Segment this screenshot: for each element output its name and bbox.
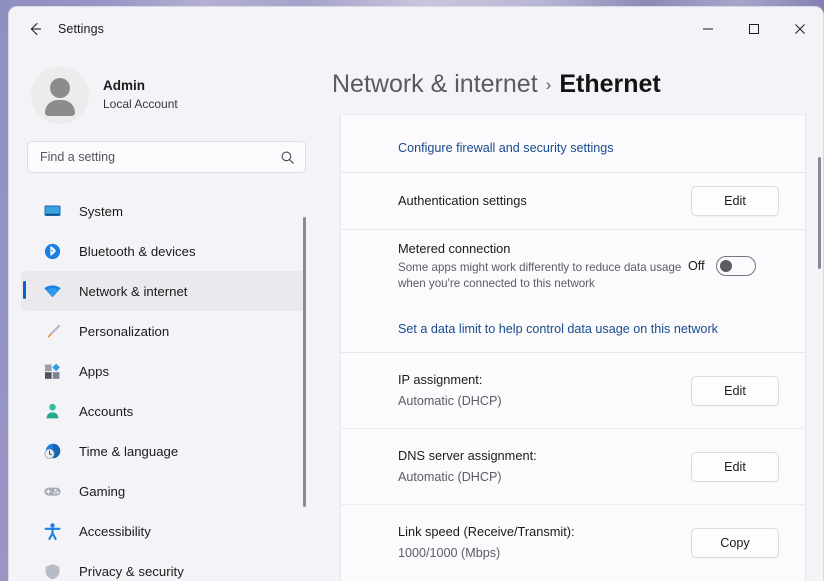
data-limit-link-row: Set a data limit to help control data us…: [341, 302, 805, 352]
page-title: Ethernet: [559, 70, 660, 98]
configure-firewall-link[interactable]: Configure firewall and security settings: [398, 141, 614, 155]
metered-connection-description: Some apps might work differently to redu…: [398, 260, 688, 292]
maximize-button[interactable]: [731, 7, 777, 51]
metered-toggle-state: Off: [688, 259, 705, 273]
settings-scroll-pane: on the network. Configure firewall and s…: [340, 114, 806, 581]
ip-assignment-row: IP assignment: Automatic (DHCP) Edit: [341, 353, 805, 428]
sidebar-item-label: Apps: [79, 364, 109, 379]
minimize-icon: [702, 23, 714, 35]
properties-card: IP assignment: Automatic (DHCP) Edit DNS…: [341, 353, 805, 580]
sidebar-item-label: System: [79, 204, 123, 219]
monitor-icon: [41, 200, 63, 222]
bluetooth-icon: [41, 240, 63, 262]
dns-assignment-title: DNS server assignment:: [398, 447, 691, 465]
clock-globe-icon: [41, 440, 63, 462]
firewall-description-row: on the network.: [341, 114, 805, 124]
link-speed-row: Link speed (Receive/Transmit): 1000/1000…: [341, 505, 805, 580]
ip-assignment-edit-button[interactable]: Edit: [691, 376, 779, 406]
metered-toggle-group: Off: [688, 256, 756, 276]
authentication-edit-button[interactable]: Edit: [691, 186, 779, 216]
main-scrollbar-thumb[interactable]: [818, 157, 821, 269]
dns-assignment-edit-button[interactable]: Edit: [691, 452, 779, 482]
search-icon: [280, 150, 295, 165]
person-avatar-icon: [50, 78, 70, 98]
metered-connection-card: Metered connection Some apps might work …: [341, 230, 805, 352]
sidebar-item-label: Bluetooth & devices: [79, 244, 196, 259]
sidebar-item-time-language[interactable]: Time & language: [21, 431, 305, 471]
sidebar-item-label: Time & language: [79, 444, 178, 459]
title-bar: Settings: [9, 7, 823, 51]
shield-icon: [41, 560, 63, 581]
person-icon: [41, 400, 63, 422]
search-box[interactable]: [27, 141, 306, 173]
sidebar-nav: System Bluetooth & devices: [9, 191, 329, 581]
set-data-limit-link[interactable]: Set a data limit to help control data us…: [398, 322, 718, 336]
paintbrush-icon: [41, 320, 63, 342]
sidebar-item-bluetooth-devices[interactable]: Bluetooth & devices: [21, 231, 305, 271]
settings-window: Settings: [8, 6, 824, 581]
sidebar-item-privacy-security[interactable]: Privacy & security: [21, 551, 305, 581]
minimize-button[interactable]: [685, 7, 731, 51]
account-block[interactable]: Admin Local Account: [9, 51, 329, 127]
authentication-title: Authentication settings: [398, 192, 691, 210]
metered-connection-toggle[interactable]: [716, 256, 756, 276]
apps-grid-icon: [41, 360, 63, 382]
link-speed-value: 1000/1000 (Mbps): [398, 544, 691, 563]
ip-assignment-value: Automatic (DHCP): [398, 392, 691, 411]
breadcrumb-root[interactable]: Network & internet: [332, 70, 538, 98]
sidebar-item-label: Accounts: [79, 404, 133, 419]
dns-assignment-row: DNS server assignment: Automatic (DHCP) …: [341, 429, 805, 504]
wifi-icon: [41, 280, 63, 302]
sidebar-item-apps[interactable]: Apps: [21, 351, 305, 391]
firewall-card: on the network. Configure firewall and s…: [341, 114, 805, 172]
sidebar-item-gaming[interactable]: Gaming: [21, 471, 305, 511]
sidebar-item-label: Accessibility: [79, 524, 151, 539]
chevron-right-icon: ›: [538, 75, 560, 94]
accessibility-person-icon: [41, 520, 63, 542]
account-name: Admin: [103, 77, 178, 94]
search-input[interactable]: [40, 150, 280, 164]
sidebar: Admin Local Account: [9, 51, 329, 581]
back-button[interactable]: [18, 14, 52, 44]
link-speed-title: Link speed (Receive/Transmit):: [398, 523, 691, 541]
sidebar-item-system[interactable]: System: [21, 191, 305, 231]
close-button[interactable]: [777, 7, 823, 51]
sidebar-item-accounts[interactable]: Accounts: [21, 391, 305, 431]
sidebar-item-label: Personalization: [79, 324, 169, 339]
authentication-card: Authentication settings Edit: [341, 173, 805, 229]
authentication-row: Authentication settings Edit: [341, 173, 805, 229]
gamepad-icon: [41, 480, 63, 502]
dns-assignment-value: Automatic (DHCP): [398, 468, 691, 487]
sidebar-item-network-internet[interactable]: Network & internet: [21, 271, 305, 311]
maximize-icon: [748, 23, 760, 35]
app-title: Settings: [58, 22, 104, 36]
sidebar-item-label: Gaming: [79, 484, 125, 499]
link-speed-copy-button[interactable]: Copy: [691, 528, 779, 558]
firewall-link-row: Configure firewall and security settings: [341, 124, 805, 172]
sidebar-item-accessibility[interactable]: Accessibility: [21, 511, 305, 551]
close-icon: [794, 23, 806, 35]
ip-assignment-title: IP assignment:: [398, 371, 691, 389]
window-controls: [685, 7, 823, 51]
sidebar-scrollbar-thumb[interactable]: [303, 217, 306, 507]
breadcrumb: Network & internet›Ethernet: [329, 51, 824, 104]
main-content: Network & internet›Ethernet on the netwo…: [329, 51, 824, 581]
sidebar-item-label: Privacy & security: [79, 564, 184, 579]
firewall-description-clipped: on the network.: [398, 114, 779, 120]
account-subtitle: Local Account: [103, 96, 178, 113]
avatar: [31, 66, 89, 124]
sidebar-item-label: Network & internet: [79, 284, 187, 299]
metered-connection-title: Metered connection: [398, 240, 688, 258]
sidebar-item-personalization[interactable]: Personalization: [21, 311, 305, 351]
metered-connection-row: Metered connection Some apps might work …: [341, 230, 805, 302]
arrow-left-icon: [26, 20, 44, 38]
